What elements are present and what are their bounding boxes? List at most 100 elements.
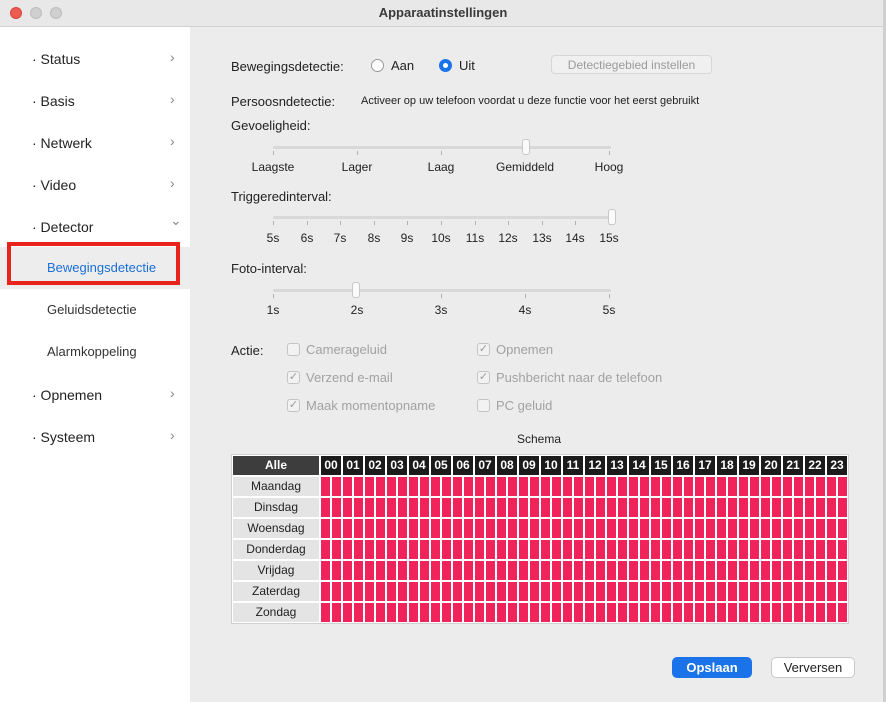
schedule-slot[interactable] bbox=[343, 540, 352, 559]
schedule-slot[interactable] bbox=[365, 519, 374, 538]
schedule-slot[interactable] bbox=[387, 498, 396, 517]
schedule-slot[interactable] bbox=[486, 498, 495, 517]
schedule-slot[interactable] bbox=[585, 540, 594, 559]
schedule-slot[interactable] bbox=[376, 603, 385, 622]
pc-sound-checkbox[interactable] bbox=[477, 399, 490, 412]
schedule-slot[interactable] bbox=[376, 561, 385, 580]
schedule-slot[interactable] bbox=[783, 582, 792, 601]
schedule-slot[interactable] bbox=[695, 540, 704, 559]
schedule-hour-header[interactable]: 14 bbox=[629, 456, 649, 475]
schedule-slot[interactable] bbox=[673, 477, 682, 496]
schedule-slot[interactable] bbox=[706, 561, 715, 580]
schedule-slot[interactable] bbox=[519, 540, 528, 559]
schedule-slot[interactable] bbox=[629, 519, 638, 538]
schedule-day-label[interactable]: Dinsdag bbox=[233, 498, 319, 517]
schedule-slot[interactable] bbox=[563, 519, 572, 538]
schedule-slot[interactable] bbox=[783, 603, 792, 622]
schedule-slot[interactable] bbox=[838, 561, 847, 580]
schedule-slot[interactable] bbox=[354, 498, 363, 517]
schedule-slot[interactable] bbox=[420, 582, 429, 601]
save-button[interactable]: Opslaan bbox=[672, 657, 752, 678]
schedule-day-label[interactable]: Maandag bbox=[233, 477, 319, 496]
schedule-slot[interactable] bbox=[519, 498, 528, 517]
schedule-slot[interactable] bbox=[739, 540, 748, 559]
schedule-slot[interactable] bbox=[497, 477, 506, 496]
schedule-slot[interactable] bbox=[706, 498, 715, 517]
schedule-slot[interactable] bbox=[321, 540, 330, 559]
schedule-slot[interactable] bbox=[420, 561, 429, 580]
schedule-slot[interactable] bbox=[838, 519, 847, 538]
schedule-slot[interactable] bbox=[816, 603, 825, 622]
schedule-slot[interactable] bbox=[464, 519, 473, 538]
schedule-slot[interactable] bbox=[365, 540, 374, 559]
schedule-slot[interactable] bbox=[651, 477, 660, 496]
schedule-slot[interactable] bbox=[431, 561, 440, 580]
sensitivity-slider-thumb[interactable] bbox=[522, 139, 530, 155]
schedule-slot[interactable] bbox=[673, 582, 682, 601]
schedule-slot[interactable] bbox=[486, 582, 495, 601]
schedule-slot[interactable] bbox=[475, 561, 484, 580]
schedule-slot[interactable] bbox=[816, 540, 825, 559]
schedule-slot[interactable] bbox=[761, 477, 770, 496]
schedule-slot[interactable] bbox=[321, 603, 330, 622]
sensitivity-slider-track[interactable] bbox=[273, 146, 611, 149]
schedule-slot[interactable] bbox=[574, 603, 583, 622]
schedule-slot[interactable] bbox=[442, 477, 451, 496]
schedule-slot[interactable] bbox=[497, 561, 506, 580]
schedule-slot[interactable] bbox=[453, 582, 462, 601]
schedule-slot[interactable] bbox=[739, 498, 748, 517]
schedule-slot[interactable] bbox=[552, 477, 561, 496]
schedule-slot[interactable] bbox=[574, 477, 583, 496]
schedule-hour-header[interactable]: 19 bbox=[739, 456, 759, 475]
schedule-slot[interactable] bbox=[827, 582, 836, 601]
schedule-slot[interactable] bbox=[508, 498, 517, 517]
schedule-slot[interactable] bbox=[409, 477, 418, 496]
schedule-slot[interactable] bbox=[563, 582, 572, 601]
schedule-slot[interactable] bbox=[497, 582, 506, 601]
schedule-slot[interactable] bbox=[750, 603, 759, 622]
schedule-slot[interactable] bbox=[354, 540, 363, 559]
schedule-slot[interactable] bbox=[453, 540, 462, 559]
schedule-slot[interactable] bbox=[794, 582, 803, 601]
sidebar-item-systeem[interactable]: · Systeem › bbox=[0, 417, 190, 457]
schedule-slot[interactable] bbox=[563, 540, 572, 559]
schedule-slot[interactable] bbox=[783, 498, 792, 517]
schedule-hour-header[interactable]: 02 bbox=[365, 456, 385, 475]
schedule-slot[interactable] bbox=[684, 519, 693, 538]
schedule-slot[interactable] bbox=[409, 540, 418, 559]
schedule-slot[interactable] bbox=[783, 540, 792, 559]
trigger-slider-track[interactable] bbox=[273, 216, 611, 219]
schedule-slot[interactable] bbox=[838, 582, 847, 601]
schedule-slot[interactable] bbox=[739, 603, 748, 622]
photo-slider-track[interactable] bbox=[273, 289, 611, 292]
schedule-slot[interactable] bbox=[387, 540, 396, 559]
schedule-slot[interactable] bbox=[464, 498, 473, 517]
schedule-hour-header[interactable]: 11 bbox=[563, 456, 583, 475]
schedule-slot[interactable] bbox=[761, 540, 770, 559]
schedule-slot[interactable] bbox=[442, 582, 451, 601]
motion-on-radio[interactable] bbox=[371, 59, 384, 72]
schedule-slot[interactable] bbox=[673, 519, 682, 538]
schedule-slot[interactable] bbox=[673, 603, 682, 622]
schedule-slot[interactable] bbox=[574, 561, 583, 580]
schedule-slot[interactable] bbox=[717, 582, 726, 601]
schedule-slot[interactable] bbox=[761, 498, 770, 517]
schedule-slot[interactable] bbox=[695, 498, 704, 517]
schedule-slot[interactable] bbox=[365, 603, 374, 622]
schedule-slot[interactable] bbox=[420, 519, 429, 538]
schedule-slot[interactable] bbox=[563, 603, 572, 622]
schedule-slot[interactable] bbox=[398, 519, 407, 538]
schedule-slot[interactable] bbox=[343, 603, 352, 622]
schedule-hour-header[interactable]: 21 bbox=[783, 456, 803, 475]
schedule-slot[interactable] bbox=[585, 561, 594, 580]
schedule-slot[interactable] bbox=[409, 582, 418, 601]
schedule-slot[interactable] bbox=[761, 603, 770, 622]
schedule-slot[interactable] bbox=[464, 603, 473, 622]
schedule-slot[interactable] bbox=[805, 519, 814, 538]
schedule-slot[interactable] bbox=[541, 603, 550, 622]
schedule-slot[interactable] bbox=[695, 561, 704, 580]
schedule-slot[interactable] bbox=[717, 519, 726, 538]
schedule-slot[interactable] bbox=[343, 582, 352, 601]
schedule-slot[interactable] bbox=[838, 498, 847, 517]
schedule-slot[interactable] bbox=[651, 519, 660, 538]
